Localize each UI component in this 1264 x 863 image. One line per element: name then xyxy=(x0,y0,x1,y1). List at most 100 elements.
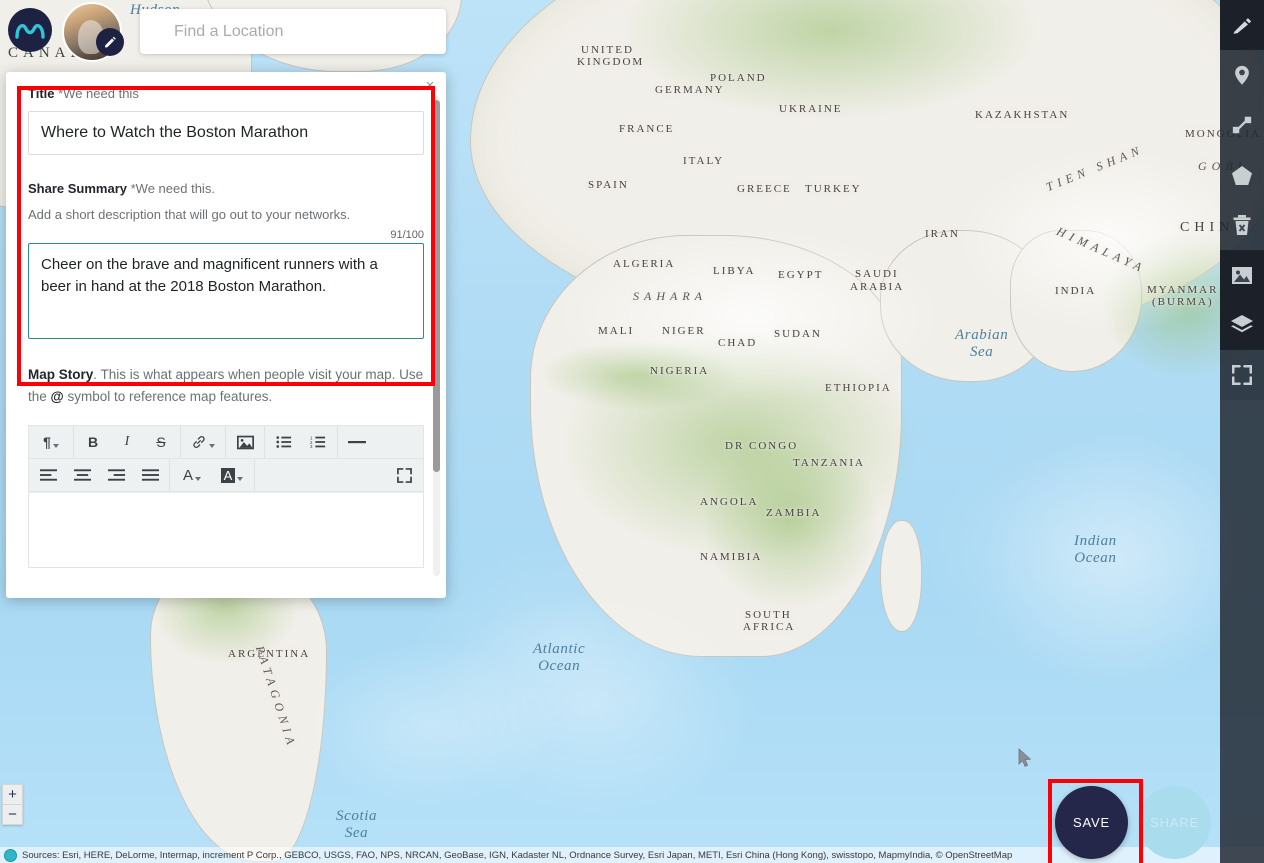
highlight-color-icon: A xyxy=(220,467,236,483)
search-input[interactable] xyxy=(140,9,446,54)
fullscreen-icon xyxy=(1232,365,1252,385)
layers-tool-button[interactable] xyxy=(1220,300,1264,350)
align-right-icon xyxy=(107,469,125,481)
panel-scroll-area: Title *We need this Share Summary *We ne… xyxy=(6,72,446,598)
zoom-in-button[interactable]: + xyxy=(3,785,22,805)
title-input[interactable] xyxy=(28,111,424,155)
title-label-text: Title xyxy=(28,86,55,101)
map-ocean-label: Atlantic Ocean xyxy=(533,641,586,674)
editor-group-paragraph: ¶ xyxy=(29,426,74,459)
bold-button[interactable]: B xyxy=(76,427,110,457)
edit-avatar-button[interactable] xyxy=(96,28,124,56)
polygon-tool-button[interactable] xyxy=(1220,150,1264,200)
map-editor-app: CANADA UNITED KINGDOM POLAND GERMANY UKRAINE F… xyxy=(0,0,1264,863)
map-story-help: Map Story. This is what appears when peo… xyxy=(28,364,424,407)
delete-tool-button[interactable] xyxy=(1220,200,1264,250)
landmass-south-america xyxy=(150,560,327,862)
editor-group-image xyxy=(226,426,265,459)
strikethrough-button[interactable]: S xyxy=(144,427,178,457)
map-story-label: Map Story xyxy=(28,367,94,382)
editor-group-inline-style: B I S xyxy=(74,426,181,459)
summary-help-text: Add a short description that will go out… xyxy=(28,207,351,222)
panel-scrollbar-thumb[interactable] xyxy=(433,100,440,472)
line-icon xyxy=(1232,116,1252,134)
map-ocean-label: Scotia Sea xyxy=(336,808,378,841)
pencil-icon xyxy=(1233,18,1252,34)
summary-label-text: Share Summary xyxy=(28,181,127,196)
link-button[interactable] xyxy=(183,427,223,457)
highlight-color-button[interactable]: A xyxy=(212,460,252,490)
editor-toolbar-row-1: ¶ B I S 1 2 3 xyxy=(29,426,423,460)
bullet-list-button[interactable] xyxy=(267,427,301,457)
editor-group-link xyxy=(181,426,226,459)
link-icon xyxy=(193,436,205,449)
summary-character-counter: 91/100 xyxy=(390,229,424,241)
map-country-label: (BURMA) xyxy=(1152,296,1214,308)
globe-icon xyxy=(4,848,17,862)
italic-button[interactable]: I xyxy=(110,427,144,457)
line-tool-button[interactable] xyxy=(1220,100,1264,150)
close-icon[interactable]: × xyxy=(422,78,438,94)
editor-group-rule xyxy=(338,426,376,458)
draw-tool-button[interactable] xyxy=(1220,0,1264,50)
user-avatar[interactable] xyxy=(62,2,124,62)
fullscreen-icon xyxy=(396,467,412,483)
align-justify-icon xyxy=(141,469,159,481)
editor-toolbar-row-2: A A xyxy=(29,459,423,493)
layers-icon xyxy=(1231,315,1253,333)
landmass-madagascar xyxy=(880,520,922,632)
landmass-africa xyxy=(530,235,902,657)
map-pin-icon xyxy=(1235,65,1249,85)
chevron-down-icon xyxy=(237,476,244,481)
chevron-down-icon xyxy=(195,476,201,481)
shallow-water-indian-ocean xyxy=(980,430,1260,690)
horizontal-rule-icon xyxy=(348,441,366,444)
align-center-button[interactable] xyxy=(65,460,99,490)
map-details-panel: × Title *We need this Share Summary *We … xyxy=(6,72,446,598)
editor-toolbar-spacer xyxy=(255,459,385,491)
chevron-down-icon xyxy=(209,443,215,448)
align-left-button[interactable] xyxy=(31,460,65,490)
svg-text:3: 3 xyxy=(310,444,313,449)
bullet-list-icon xyxy=(276,436,292,448)
map-story-help-part2: symbol to reference map features. xyxy=(63,388,273,404)
editor-group-fullscreen xyxy=(385,459,423,491)
mapme-logo-icon[interactable] xyxy=(8,8,52,52)
polygon-icon xyxy=(1232,166,1252,185)
image-icon xyxy=(236,435,254,449)
trash-icon xyxy=(1233,215,1251,235)
location-search-box[interactable] xyxy=(140,9,446,54)
image-tool-button[interactable] xyxy=(1220,250,1264,300)
title-required-note: *We need this xyxy=(58,86,139,101)
map-tools-rail xyxy=(1220,0,1264,863)
map-story-content-area[interactable] xyxy=(29,492,423,568)
save-button[interactable]: SAVE xyxy=(1055,786,1128,859)
align-center-icon xyxy=(73,469,91,481)
numbered-list-icon: 1 2 3 xyxy=(310,436,326,449)
shallow-water-argentine-shelf xyxy=(300,640,560,810)
map-story-editor: ¶ B I S 1 2 3 A A xyxy=(28,425,424,569)
horizontal-rule-button[interactable] xyxy=(340,427,374,457)
attribution-text: Sources: Esri, HERE, DeLorme, Intermap, … xyxy=(22,849,1013,861)
map-fullscreen-button[interactable] xyxy=(1220,350,1264,400)
title-field-label: Title *We need this xyxy=(28,86,424,101)
align-left-icon xyxy=(39,469,57,481)
text-color-button[interactable]: A xyxy=(172,460,212,490)
numbered-list-button[interactable]: 1 2 3 xyxy=(301,427,335,457)
at-symbol: @ xyxy=(50,388,64,404)
marker-tool-button[interactable] xyxy=(1220,50,1264,100)
editor-fullscreen-button[interactable] xyxy=(387,460,421,490)
summary-field-label: Share Summary *We need this. xyxy=(28,181,424,196)
landmass-india xyxy=(1010,230,1142,372)
share-button[interactable]: SHARE xyxy=(1138,786,1211,859)
paragraph-style-dropdown[interactable]: ¶ xyxy=(31,427,71,457)
insert-image-button[interactable] xyxy=(228,427,262,457)
map-ocean-label: Indian Ocean xyxy=(1074,533,1117,566)
chevron-down-icon xyxy=(52,443,59,448)
align-justify-button[interactable] xyxy=(133,460,167,490)
paragraph-icon: ¶ xyxy=(43,434,51,451)
zoom-controls: + − xyxy=(2,784,23,825)
align-right-button[interactable] xyxy=(99,460,133,490)
summary-textarea[interactable] xyxy=(28,243,424,339)
zoom-out-button[interactable]: − xyxy=(3,805,22,824)
